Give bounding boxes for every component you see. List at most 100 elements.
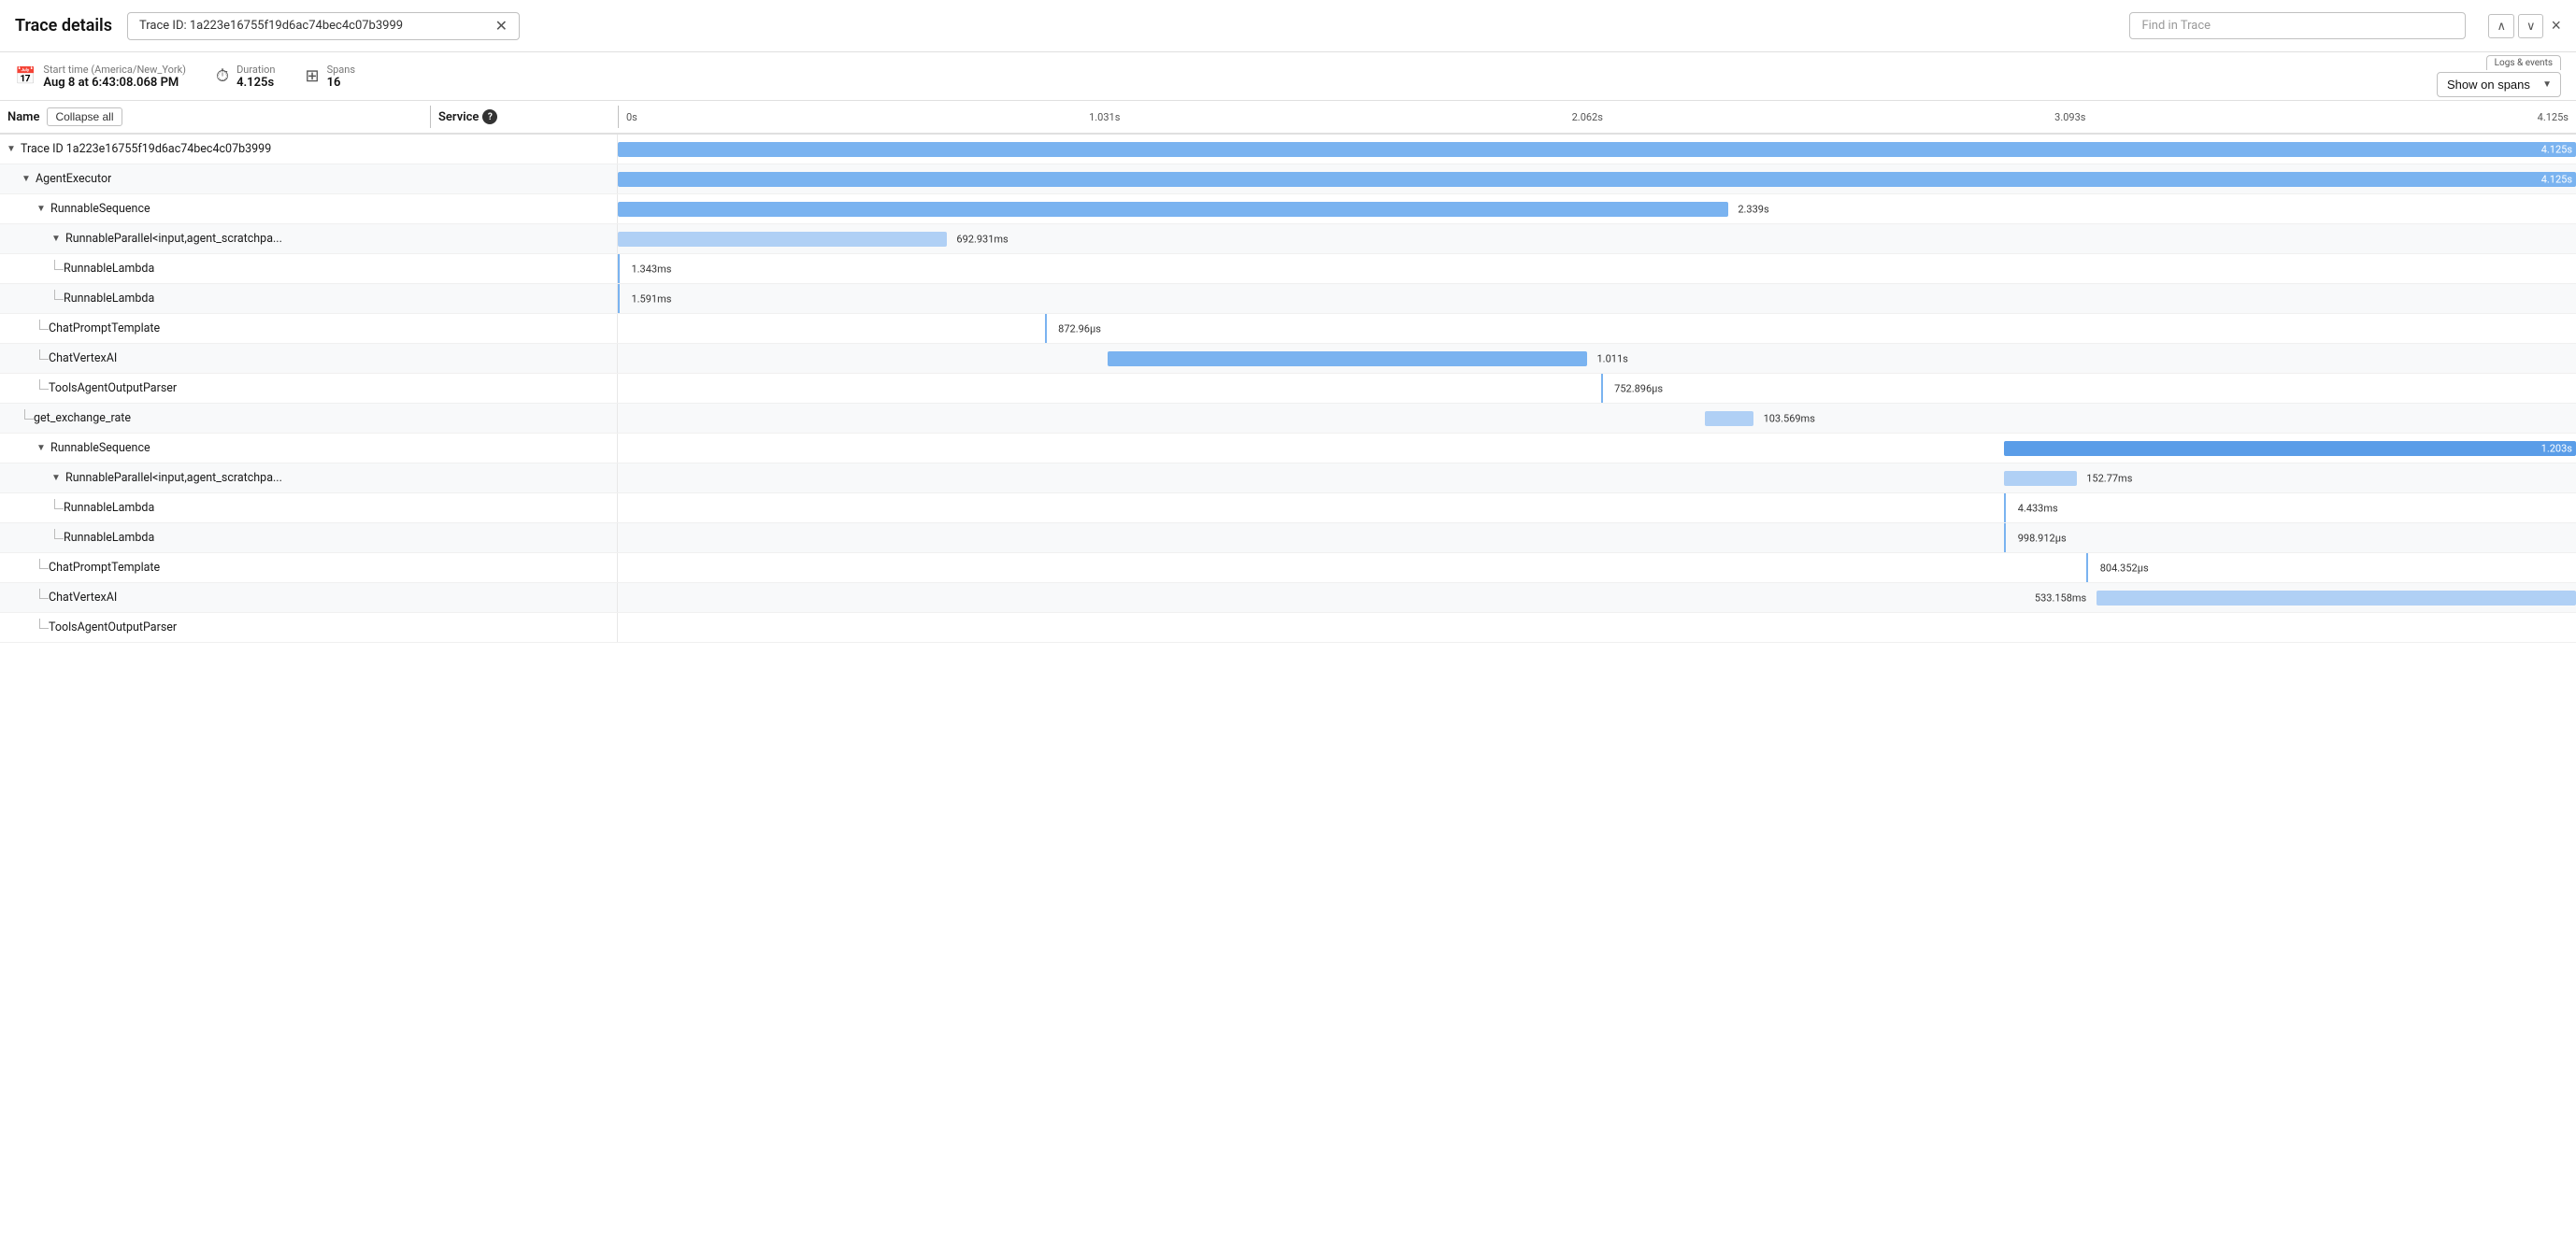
nav-up-button[interactable]: ∧	[2488, 14, 2514, 38]
span-duration-label: 1.343ms	[627, 263, 671, 275]
name-column-header: Name Collapse all	[0, 107, 430, 126]
table-row[interactable]: RunnableLambda 4.433ms	[0, 493, 2576, 523]
span-label-inside: 1.203s	[2541, 442, 2572, 454]
expand-icon[interactable]: ▼	[49, 471, 64, 486]
start-time-item: 📅 Start time (America/New_York) Aug 8 at…	[15, 64, 186, 90]
span-duration-label: 872.96μs	[1054, 322, 1101, 335]
span-duration-label: 1.591ms	[627, 292, 671, 305]
show-on-spans-wrapper[interactable]: Show on spans	[2437, 72, 2561, 97]
clear-trace-id-button[interactable]: ✕	[495, 19, 508, 34]
show-on-spans-select[interactable]: Show on spans	[2437, 72, 2561, 97]
table-row[interactable]: ▼AgentExecutor4.125s	[0, 164, 2576, 194]
expand-icon[interactable]: ▼	[34, 202, 49, 217]
table-row[interactable]: get_exchange_rate 103.569ms	[0, 404, 2576, 434]
row-timeline-cell: 998.912μs	[617, 523, 2576, 552]
span-tick	[2086, 553, 2088, 582]
row-timeline-cell: 2.339s	[617, 194, 2576, 223]
row-timeline-cell: 804.352μs	[617, 553, 2576, 582]
trace-id-label: Trace ID: 1a223e16755f19d6ac74bec4c07b39…	[139, 19, 488, 33]
row-timeline-cell: 533.158ms	[617, 583, 2576, 612]
spans-value: 16	[327, 76, 355, 90]
trace-container: Name Collapse all Service ? 0s 1.031s 2.…	[0, 101, 2576, 1254]
table-row[interactable]: ChatPromptTemplate804.352μs	[0, 553, 2576, 583]
expand-icon[interactable]: ▼	[19, 172, 34, 187]
table-row[interactable]: ▼RunnableParallel<input,agent_scratchpa.…	[0, 463, 2576, 493]
table-row[interactable]: ChatVertexAI 1.011s	[0, 344, 2576, 374]
spans-item: ⊞ Spans 16	[305, 64, 355, 90]
clock-icon: ⏱	[216, 66, 229, 86]
find-placeholder: Find in Trace	[2141, 19, 2211, 33]
calendar-icon: 📅	[15, 66, 36, 86]
row-name-cell: get_exchange_rate	[0, 409, 430, 428]
service-help-icon[interactable]: ?	[482, 109, 497, 124]
row-timeline-cell: 152.77ms	[617, 463, 2576, 492]
service-label: Service	[438, 110, 479, 124]
spans-label: Spans	[327, 64, 355, 76]
span-duration-label: 998.912μs	[2014, 532, 2067, 544]
row-label: ToolsAgentOutputParser	[49, 620, 177, 634]
span-duration-label: 1.011s	[1597, 352, 1628, 364]
table-row[interactable]: ChatVertexAI 533.158ms	[0, 583, 2576, 613]
span-tick	[618, 254, 620, 283]
span-bar: 4.125s	[618, 142, 2576, 157]
table-row[interactable]: RunnableLambda 998.912μs	[0, 523, 2576, 553]
row-timeline-cell: 1.343ms	[617, 254, 2576, 283]
row-timeline-cell: 4.433ms	[617, 493, 2576, 522]
span-tick	[2004, 493, 2006, 522]
table-row[interactable]: RunnableLambda1.343ms	[0, 254, 2576, 284]
nav-arrows: ∧ ∨ ×	[2488, 14, 2561, 38]
column-headers: Name Collapse all Service ? 0s 1.031s 2.…	[0, 101, 2576, 135]
row-label: get_exchange_rate	[34, 411, 131, 425]
table-row[interactable]: ChatPromptTemplate 872.96μs	[0, 314, 2576, 344]
span-duration-label: 103.569ms	[1764, 412, 1815, 424]
row-timeline-cell: 4.125s	[617, 164, 2576, 193]
row-name-cell: ChatVertexAI	[0, 589, 430, 607]
span-bar	[2097, 591, 2576, 606]
tick-4: 4.125s	[2538, 111, 2569, 123]
row-name-cell: ChatVertexAI	[0, 349, 430, 368]
row-label: RunnableSequence	[50, 202, 150, 216]
trace-id-box: Trace ID: 1a223e16755f19d6ac74bec4c07b39…	[127, 12, 520, 40]
table-row[interactable]: ▼Trace ID 1a223e16755f19d6ac74bec4c07b39…	[0, 135, 2576, 164]
table-row[interactable]: ▼RunnableParallel<input,agent_scratchpa.…	[0, 224, 2576, 254]
row-label: RunnableParallel<input,agent_scratchpa..…	[65, 232, 282, 246]
table-row[interactable]: ▼RunnableSequence 2.339s	[0, 194, 2576, 224]
nav-down-button[interactable]: ∨	[2518, 14, 2544, 38]
tick-0: 0s	[626, 111, 637, 123]
timeline-header: 0s 1.031s 2.062s 3.093s 4.125s	[619, 111, 2576, 123]
logs-events-label: Logs & events	[2486, 55, 2561, 70]
expand-icon[interactable]: ▼	[4, 142, 19, 157]
expand-icon[interactable]: ▼	[34, 441, 49, 456]
row-name-cell: RunnableLambda	[0, 290, 430, 308]
row-label: ToolsAgentOutputParser	[49, 381, 177, 395]
name-label: Name	[7, 110, 39, 124]
collapse-all-button[interactable]: Collapse all	[47, 107, 122, 126]
find-in-trace-input[interactable]: Find in Trace	[2129, 12, 2466, 39]
row-label: RunnableLambda	[64, 501, 154, 515]
table-row[interactable]: ToolsAgentOutputParser753.92μs	[0, 613, 2576, 643]
meta-bar: 📅 Start time (America/New_York) Aug 8 at…	[0, 52, 2576, 101]
duration-value: 4.125s	[236, 76, 275, 90]
row-name-cell: ▼RunnableParallel<input,agent_scratchpa.…	[0, 471, 430, 486]
span-tick	[1601, 374, 1603, 403]
row-timeline-cell: 1.591ms	[617, 284, 2576, 313]
span-label-inside: 4.125s	[2541, 173, 2572, 185]
row-label: ChatPromptTemplate	[49, 321, 160, 335]
close-panel-button[interactable]: ×	[2551, 16, 2561, 36]
span-duration-label: 533.158ms	[2035, 591, 2086, 604]
row-name-cell: ToolsAgentOutputParser	[0, 619, 430, 637]
row-timeline-cell: 692.931ms	[617, 224, 2576, 253]
table-row[interactable]: ▼RunnableSequence1.203s	[0, 434, 2576, 463]
table-row[interactable]: RunnableLambda 1.591ms	[0, 284, 2576, 314]
table-row[interactable]: ToolsAgentOutputParser 752.896μs	[0, 374, 2576, 404]
span-tick	[2004, 523, 2006, 552]
duration-label: Duration	[236, 64, 275, 76]
span-bar	[1705, 411, 1753, 426]
row-name-cell: ToolsAgentOutputParser	[0, 379, 430, 398]
row-timeline-cell: 752.896μs	[617, 374, 2576, 403]
row-label: RunnableLambda	[64, 531, 154, 545]
row-timeline-cell: 4.125s	[617, 135, 2576, 164]
header: Trace details Trace ID: 1a223e16755f19d6…	[0, 0, 2576, 52]
expand-icon[interactable]: ▼	[49, 232, 64, 247]
row-label: Trace ID 1a223e16755f19d6ac74bec4c07b399…	[21, 142, 271, 156]
